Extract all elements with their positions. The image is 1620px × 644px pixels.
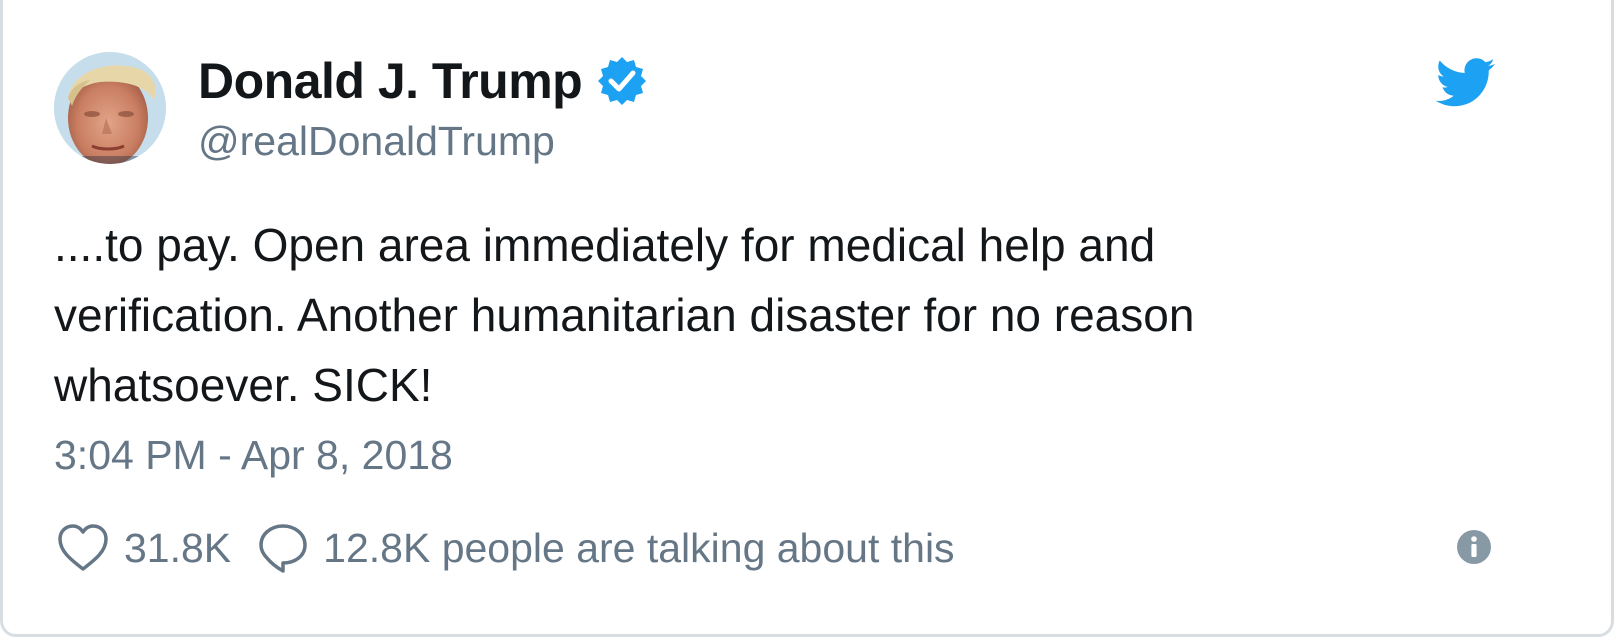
reply-bubble-icon[interactable]: [257, 521, 309, 575]
heart-icon[interactable]: [56, 522, 110, 574]
author-name-row[interactable]: Donald J. Trump: [198, 48, 648, 114]
tweet-text-line: verification. Another humanitarian disas…: [54, 289, 1195, 341]
tweet-timestamp[interactable]: 3:04 PM - Apr 8, 2018: [54, 432, 453, 479]
tweet-text-line: ....to pay. Open area immediately for me…: [54, 219, 1156, 271]
talking-count[interactable]: 12.8K people are talking about this: [323, 525, 954, 572]
tweet-text: ....to pay. Open area immediately for me…: [54, 210, 1434, 420]
twitter-bird-icon[interactable]: [1435, 58, 1496, 108]
author-handle[interactable]: @realDonaldTrump: [198, 118, 555, 165]
avatar[interactable]: [54, 52, 166, 164]
tweet-text-line: whatsoever. SICK!: [54, 359, 433, 411]
info-icon[interactable]: [1456, 529, 1492, 565]
verified-badge-icon: [596, 55, 648, 107]
like-count[interactable]: 31.8K: [124, 525, 231, 572]
author-display-name[interactable]: Donald J. Trump: [198, 52, 583, 110]
engagement-bar: 31.8K 12.8K people are talking about thi…: [56, 518, 955, 578]
